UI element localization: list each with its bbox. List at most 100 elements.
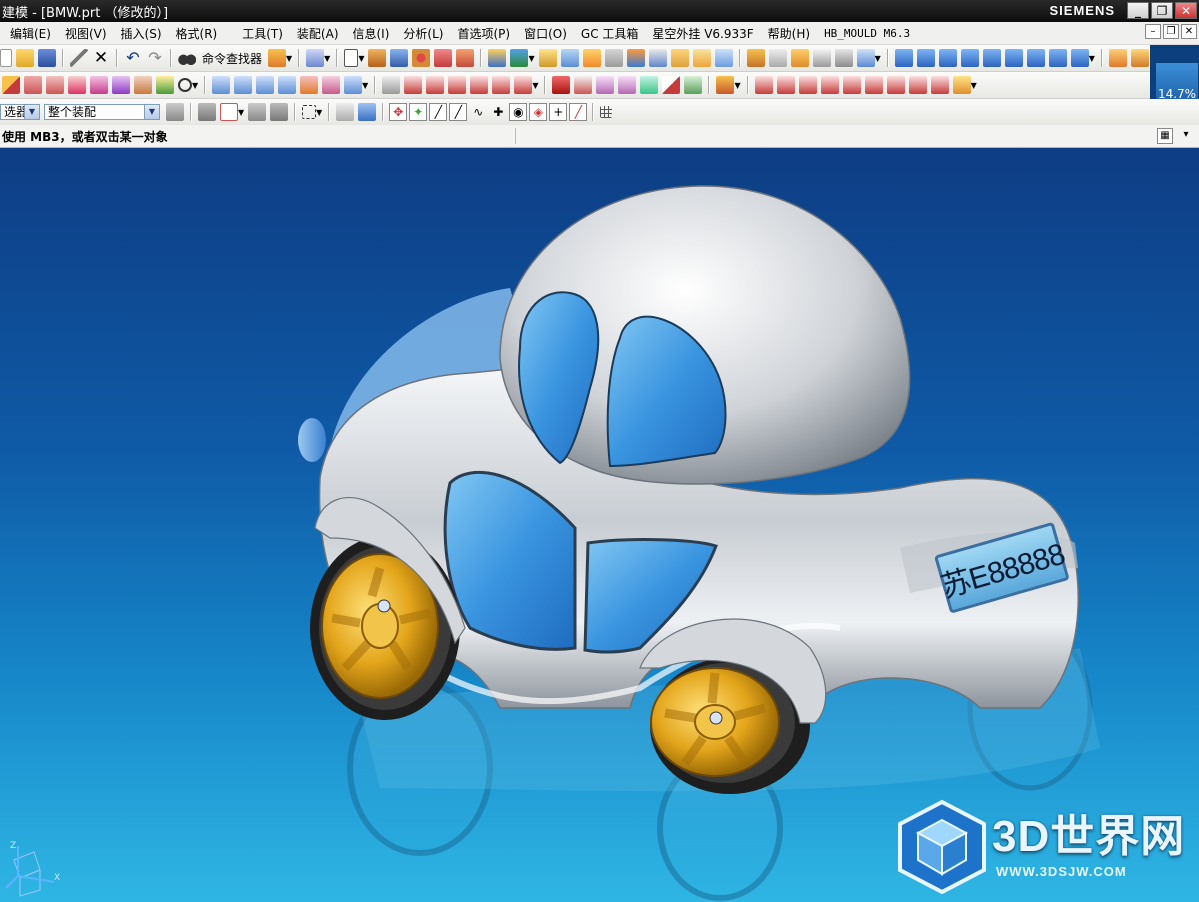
menu-format[interactable]: 格式(R) <box>169 25 225 42</box>
car-model-render[interactable] <box>0 148 1199 902</box>
menu-view[interactable]: 视图(V) <box>58 25 114 42</box>
right-view-icon[interactable] <box>960 49 979 67</box>
face-rule-icon[interactable] <box>270 103 289 121</box>
menu-window[interactable]: 窗口(O) <box>517 25 574 42</box>
chevron-down-icon[interactable]: ▼ <box>528 54 534 63</box>
project-curve-icon[interactable] <box>256 76 275 94</box>
mirror-body-icon[interactable] <box>692 49 711 67</box>
stitch-icon[interactable] <box>952 76 971 94</box>
chevron-down-icon[interactable]: ▼ <box>316 108 322 117</box>
chevron-down-icon[interactable]: ▼ <box>1089 54 1095 63</box>
menu-edit[interactable]: 编辑(E) <box>0 25 58 42</box>
menu-hb-mould[interactable]: HB_MOULD M6.3 <box>817 27 917 40</box>
menu-preferences[interactable]: 首选项(P) <box>450 25 517 42</box>
feature-selection-icon[interactable] <box>220 103 238 121</box>
instance-icon[interactable] <box>714 49 733 67</box>
chevron-down-icon[interactable]: ▼ <box>875 54 881 63</box>
curve-length-icon[interactable] <box>514 76 533 94</box>
pocket-icon[interactable] <box>456 49 475 67</box>
menu-gc-toolkit[interactable]: GC 工具箱 <box>574 25 646 42</box>
stretch-curve-icon[interactable] <box>492 76 511 94</box>
cut-icon[interactable] <box>70 49 88 67</box>
chevron-down-icon[interactable]: ▼ <box>358 54 364 63</box>
curve-rule-icon[interactable] <box>248 103 267 121</box>
circle-icon[interactable] <box>178 78 192 92</box>
sketch-icon[interactable] <box>344 49 359 67</box>
chevron-down-icon[interactable]: ▼ <box>192 81 198 90</box>
arc-icon[interactable] <box>90 76 108 94</box>
menu-xingkong-plugin[interactable]: 星空外挂 V6.933F <box>645 25 760 42</box>
snap-midpoint-icon[interactable]: ✦ <box>409 103 428 121</box>
chevron-down-icon[interactable]: ▼ <box>362 81 368 90</box>
snap-center-icon[interactable]: ◉ <box>509 103 528 121</box>
doc-restore-button[interactable]: ❐ <box>1163 24 1179 39</box>
select-solid-icon[interactable] <box>358 103 377 121</box>
face-blend-icon[interactable] <box>864 76 883 94</box>
restore-button[interactable]: ❐ <box>1151 2 1173 19</box>
intersect-curve-icon[interactable] <box>278 76 297 94</box>
revolve-icon[interactable] <box>390 49 409 67</box>
wrap-curve-icon[interactable] <box>322 76 341 94</box>
check-icon[interactable] <box>662 76 681 94</box>
top-view-icon[interactable] <box>938 49 957 67</box>
delete-icon[interactable]: ✕ <box>92 49 110 67</box>
surface-icon[interactable] <box>790 49 809 67</box>
shaded-icon[interactable] <box>1108 49 1127 67</box>
fillet-curve-icon[interactable] <box>470 76 489 94</box>
edge-blend-icon[interactable] <box>538 49 557 67</box>
feature-icon[interactable] <box>746 49 765 67</box>
body-icon[interactable] <box>856 49 875 67</box>
spline-icon[interactable] <box>112 76 130 94</box>
close-button[interactable]: ✕ <box>1175 2 1197 19</box>
command-finder-button[interactable]: 命令查找器 <box>202 50 262 67</box>
analysis-icon[interactable] <box>552 76 571 94</box>
layer-icon[interactable] <box>306 49 325 67</box>
chevron-down-icon[interactable]: ▼ <box>286 54 292 63</box>
selection-filter-icon[interactable] <box>166 103 184 121</box>
snap-endpoint-icon[interactable]: ✥ <box>389 103 408 121</box>
offset-curve-icon[interactable] <box>212 76 231 94</box>
selection-scope-dropdown[interactable]: 整个装配 ▼ <box>44 104 160 120</box>
draft-icon[interactable] <box>582 49 601 67</box>
type-filter-dropdown[interactable]: 选器 ▼ <box>0 104 40 120</box>
extrude-icon[interactable] <box>368 49 387 67</box>
mesh-surface-icon[interactable] <box>834 49 853 67</box>
doc-minimize-button[interactable]: – <box>1145 24 1161 39</box>
menu-tools[interactable]: 工具(T) <box>224 25 290 42</box>
select-body-icon[interactable] <box>336 103 355 121</box>
angle-icon[interactable] <box>618 76 637 94</box>
chevron-down-icon[interactable]: ▼ <box>24 105 39 119</box>
front-view-icon[interactable] <box>916 49 935 67</box>
snap-intersection-icon[interactable]: ✚ <box>489 103 507 121</box>
law-extension-icon[interactable] <box>886 76 905 94</box>
hole-icon[interactable] <box>412 49 431 67</box>
trimetric-view-icon[interactable] <box>1004 49 1023 67</box>
save-icon[interactable] <box>38 49 56 67</box>
deviation-icon[interactable] <box>684 76 703 94</box>
left-view-icon[interactable] <box>1048 49 1067 67</box>
general-selection-icon[interactable] <box>198 103 216 121</box>
pen-color-icon[interactable] <box>716 76 735 94</box>
snap-control-icon[interactable]: ╱ <box>449 103 468 121</box>
doc-close-button[interactable]: ✕ <box>1181 24 1197 39</box>
studio-surface-icon[interactable] <box>798 76 817 94</box>
trim-corner-icon[interactable] <box>426 76 445 94</box>
minimize-button[interactable]: _ <box>1127 2 1149 19</box>
menu-help[interactable]: 帮助(H) <box>761 25 817 42</box>
wireframe-icon[interactable] <box>1130 49 1149 67</box>
back-view-icon[interactable] <box>1026 49 1045 67</box>
helix-icon[interactable] <box>134 76 152 94</box>
section-curve-icon[interactable] <box>344 76 363 94</box>
offset-face-icon[interactable] <box>626 49 645 67</box>
datum-icon[interactable] <box>24 76 42 94</box>
trim-body-icon[interactable] <box>648 49 667 67</box>
scroll-icon[interactable]: ▾ <box>1178 128 1194 144</box>
enlarge-icon[interactable] <box>930 76 949 94</box>
cube-view-icon[interactable] <box>894 49 913 67</box>
styled-sweep-icon[interactable] <box>820 76 839 94</box>
full-screen-icon[interactable]: ▦ <box>1157 128 1173 144</box>
snap-curve-icon[interactable]: ∿ <box>469 103 487 121</box>
chamfer-icon[interactable] <box>560 49 579 67</box>
distance-icon[interactable] <box>574 76 593 94</box>
graphics-window[interactable]: 苏E88888 Z X 3D世界网 WWW.3DSJW.COM <box>0 148 1199 902</box>
